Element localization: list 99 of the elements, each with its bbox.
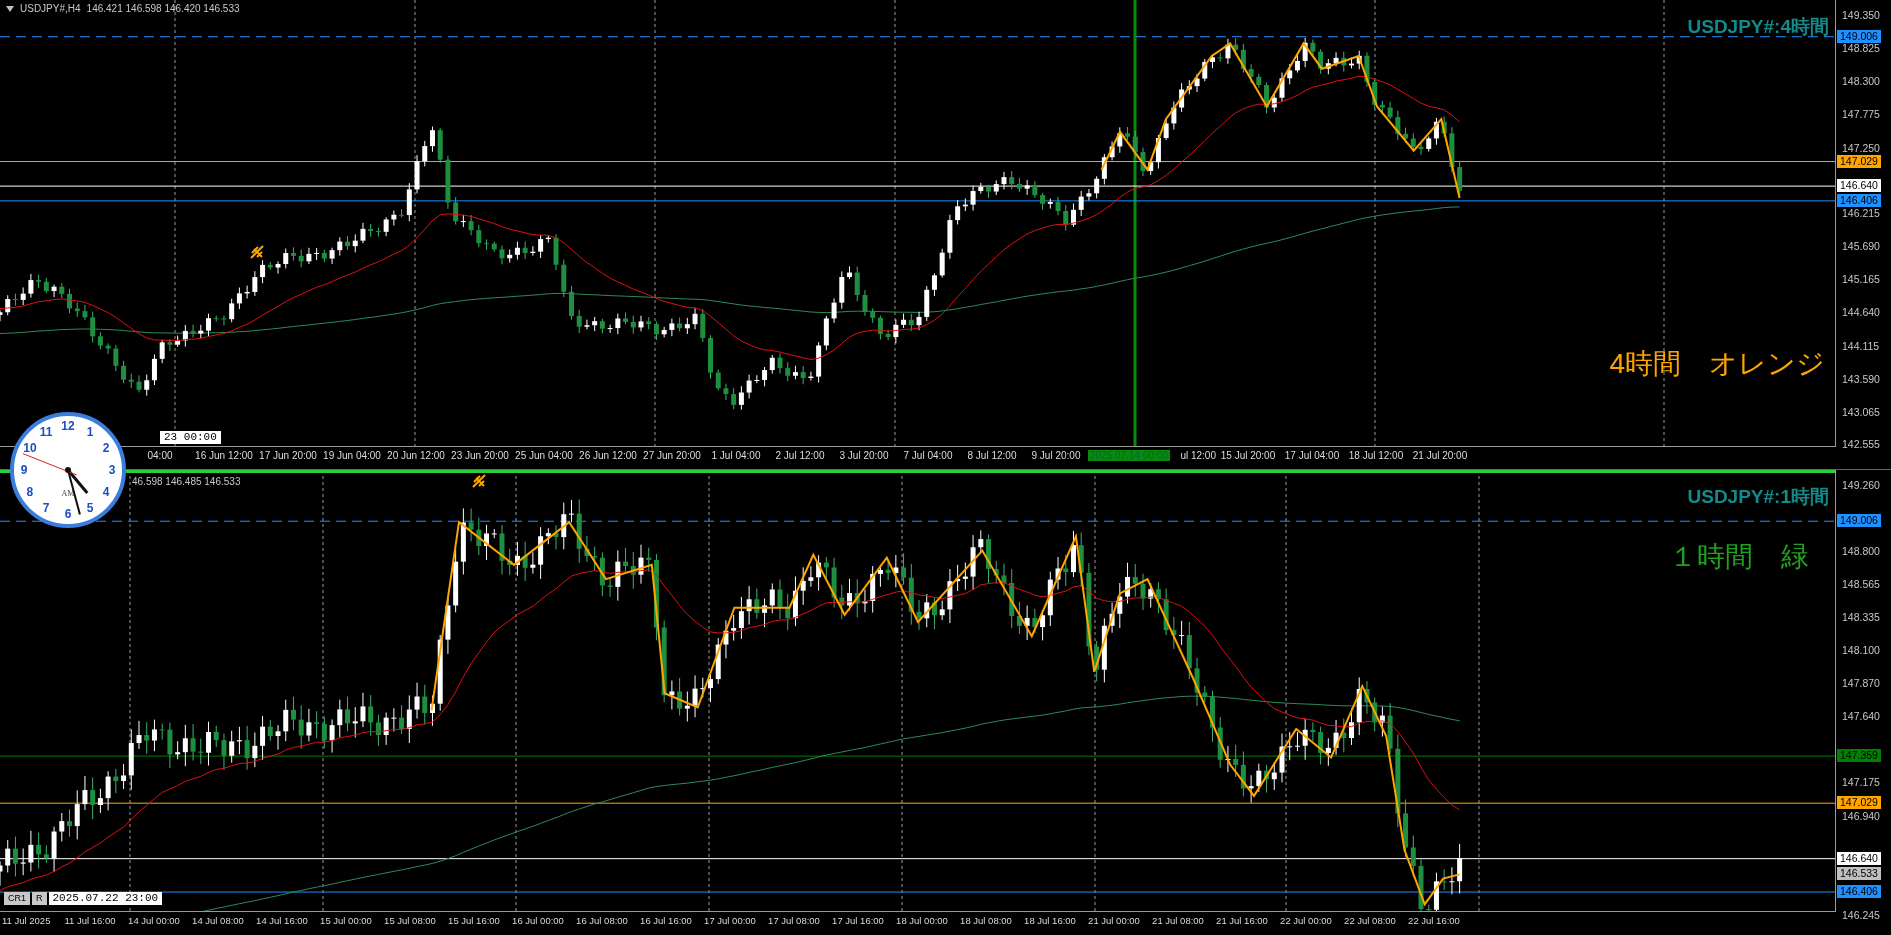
price-tick: 147.870 xyxy=(1842,676,1880,691)
time-tick: 19 Jun 04:00 xyxy=(322,449,382,461)
time-tick: 14 Jul 00:00 xyxy=(127,914,181,926)
price-tick: 146.245 xyxy=(1842,908,1880,922)
clock-numeral: 11 xyxy=(39,424,53,439)
time-tick: 8 Jul 12:00 xyxy=(966,449,1018,461)
price-tick: 144.115 xyxy=(1842,338,1880,353)
time-tick: 11 Jul 2025 xyxy=(1,914,52,926)
time-tick: 15 Jul 16:00 xyxy=(447,914,501,926)
ohlc-values: 46.598 146.485 146.533 xyxy=(132,476,241,487)
time-tick: 26 Jun 12:00 xyxy=(578,449,638,461)
price-tick: 148.800 xyxy=(1842,543,1880,558)
price-tick: 148.300 xyxy=(1842,74,1880,89)
time-tick: 1 Jul 04:00 xyxy=(710,449,762,461)
time-tick: 20 Jun 12:00 xyxy=(386,449,446,461)
price-tick: 149.350 xyxy=(1842,8,1880,22)
time-tick: 15 Jul 20:00 xyxy=(1219,449,1277,461)
time-tick: 25 Jun 04:00 xyxy=(514,449,574,461)
symbol-label: USDJPY#,H4 xyxy=(20,3,81,14)
time-tick: 9 Jul 20:00 xyxy=(1030,449,1082,461)
price-tick: 147.250 xyxy=(1842,140,1880,155)
price-tick: 143.065 xyxy=(1842,404,1880,419)
chart-title: USDJPY#:4時間 xyxy=(1687,15,1829,39)
clock-numeral: 8 xyxy=(26,485,34,499)
price-marker: 146.406 xyxy=(1837,193,1881,207)
time-tick: 22 Jul 00:00 xyxy=(1279,914,1333,926)
price-marker: 146.406 xyxy=(1837,885,1881,899)
time-tick: 04:00 xyxy=(146,449,174,461)
clock-numeral: 5 xyxy=(86,501,94,516)
time-tick: 23 Jun 20:00 xyxy=(450,449,510,461)
price-tick: 149.260 xyxy=(1842,478,1880,492)
time-tick: 21 Jul 00:00 xyxy=(1087,914,1141,926)
chart-title: USDJPY#:1時間 xyxy=(1687,485,1829,509)
time-tick: 16 Jun 12:00 xyxy=(194,449,254,461)
time-tick: 16 Jul 00:00 xyxy=(511,914,565,926)
time-tick: 11 Jul 16:00 xyxy=(63,914,117,926)
time-tick: 18 Jul 00:00 xyxy=(895,914,949,926)
crosshair-time-label: 2025.07.22 23:00 xyxy=(48,892,163,905)
price-tick: 148.100 xyxy=(1842,643,1880,658)
price-marker: 147.029 xyxy=(1837,796,1881,810)
time-tick: 17 Jul 08:00 xyxy=(767,914,821,926)
time-tick: 22 Jul 08:00 xyxy=(1343,914,1397,926)
chart-note: １時間 緑 xyxy=(1669,540,1809,574)
status-tag[interactable]: R xyxy=(32,892,47,905)
price-marker: 147.029 xyxy=(1837,154,1881,168)
clock-numeral: 6 xyxy=(64,507,72,521)
ohlc-values: 146.421 146.598 146.420 146.533 xyxy=(86,3,240,14)
price-marker: 146.533 xyxy=(1837,866,1881,880)
price-marker: 147.359 xyxy=(1837,749,1881,763)
price-tick: 144.640 xyxy=(1842,305,1880,320)
clock-numeral: 2 xyxy=(102,441,110,455)
time-tick: 22 Jul 16:00 xyxy=(1407,914,1461,926)
price-tick: 146.940 xyxy=(1842,808,1880,823)
time-tick: 16 Jul 08:00 xyxy=(575,914,629,926)
price-marker: 149.006 xyxy=(1837,514,1881,528)
price-tick: 145.165 xyxy=(1842,272,1880,287)
status-tag[interactable]: CR1 xyxy=(4,892,30,905)
time-tick: 14 Jul 08:00 xyxy=(191,914,245,926)
price-tick: 143.590 xyxy=(1842,371,1880,386)
price-tick: 145.690 xyxy=(1842,239,1880,254)
clock-numeral: 4 xyxy=(102,485,110,499)
price-tick: 146.215 xyxy=(1842,205,1880,220)
clock-numeral: 10 xyxy=(23,441,37,455)
price-tick: 147.175 xyxy=(1842,775,1880,790)
time-tick: 17 Jul 16:00 xyxy=(831,914,885,926)
clock-numeral: 9 xyxy=(20,463,28,477)
time-tick: 21 Jul 16:00 xyxy=(1215,914,1269,926)
price-tick: 148.825 xyxy=(1842,41,1880,56)
time-tick: 18 Jul 12:00 xyxy=(1347,449,1405,461)
clock-numeral: 3 xyxy=(108,463,116,477)
time-tick: ul 12:00 xyxy=(1179,449,1216,461)
time-tick: 18 Jul 08:00 xyxy=(959,914,1013,926)
time-tick: 16 Jul 16:00 xyxy=(639,914,693,926)
time-tick: 27 Jun 20:00 xyxy=(642,449,702,461)
price-marker: 149.006 xyxy=(1837,29,1881,43)
time-tick: 18 Jul 16:00 xyxy=(1023,914,1077,926)
price-tick: 142.555 xyxy=(1842,437,1880,451)
time-tick: 17 Jul 00:00 xyxy=(703,914,757,926)
time-tick: 15 Jul 00:00 xyxy=(319,914,373,926)
price-tick: 148.565 xyxy=(1842,577,1880,592)
clock-numeral: 1 xyxy=(86,424,94,439)
price-tick: 147.775 xyxy=(1842,107,1880,122)
time-tick: 3 Jul 20:00 xyxy=(838,449,890,461)
clock-numeral: 12 xyxy=(61,419,75,433)
time-tick: 17 Jul 04:00 xyxy=(1283,449,1341,461)
time-tick: 14 Jul 16:00 xyxy=(255,914,309,926)
time-tick: 21 Jul 20:00 xyxy=(1411,449,1469,461)
crosshair-time-label: 23 00:00 xyxy=(160,431,221,444)
chart-note: 4時間 オレンジ xyxy=(1609,347,1825,381)
time-tick: 15 Jul 08:00 xyxy=(383,914,437,926)
time-tick: 2 Jul 12:00 xyxy=(774,449,826,461)
price-tick: 148.335 xyxy=(1842,609,1880,624)
price-marker: 146.640 xyxy=(1837,851,1881,865)
time-tick: 21 Jul 08:00 xyxy=(1151,914,1205,926)
clock-numeral: 7 xyxy=(42,501,50,516)
price-marker: 146.640 xyxy=(1837,179,1881,193)
price-tick: 147.640 xyxy=(1842,709,1880,724)
time-tick: 7 Jul 04:00 xyxy=(902,449,954,461)
time-tick: 17 Jun 20:00 xyxy=(258,449,318,461)
